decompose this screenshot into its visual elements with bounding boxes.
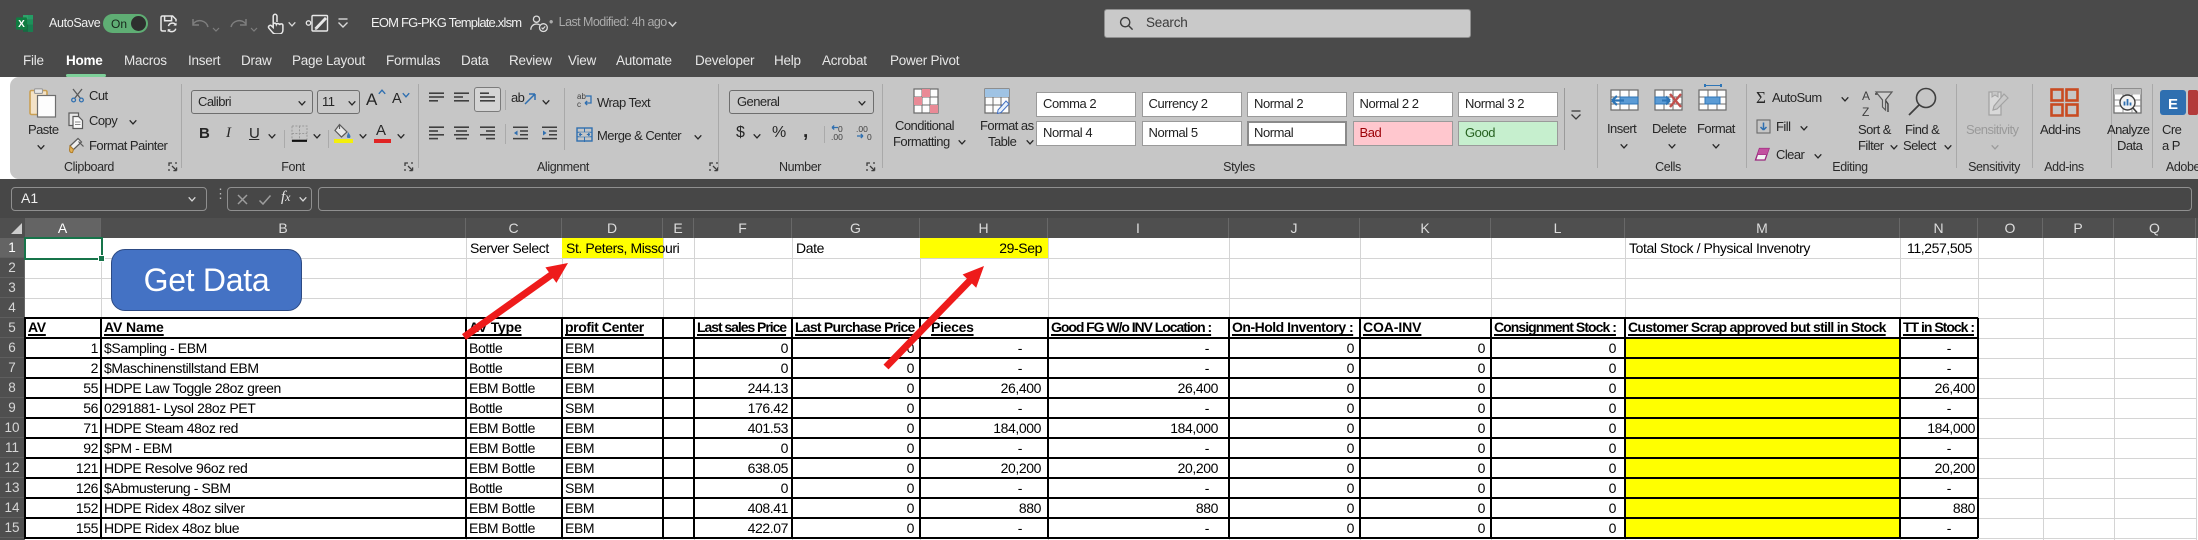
svg-text:E: E xyxy=(2168,96,2178,113)
svg-text:c: c xyxy=(577,100,581,108)
svg-text:Z: Z xyxy=(1862,105,1869,119)
svg-text:A: A xyxy=(1862,89,1870,103)
svg-text:.00: .00 xyxy=(831,132,843,141)
svg-text:X: X xyxy=(18,19,25,30)
svg-text:0: 0 xyxy=(867,132,872,141)
